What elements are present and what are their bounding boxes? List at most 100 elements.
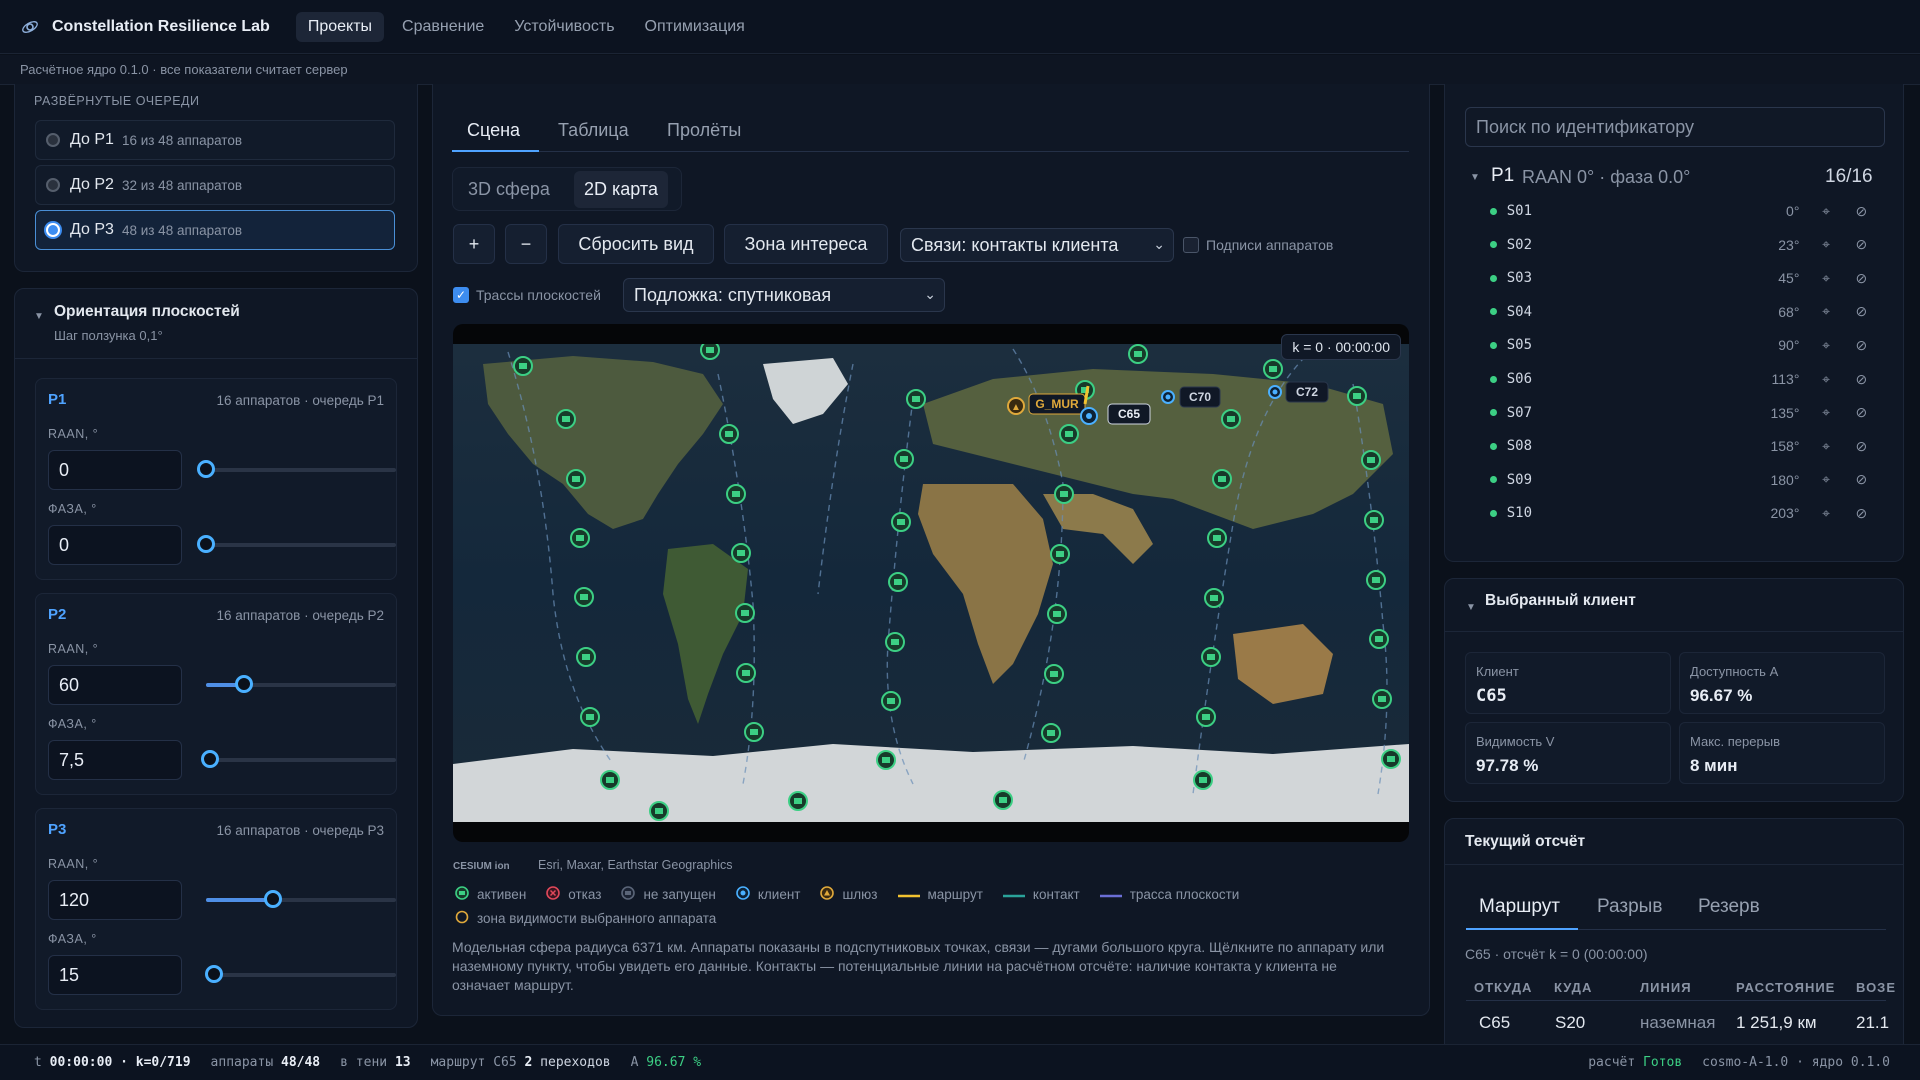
- satellite-active-icon[interactable]: [1054, 484, 1074, 504]
- satellite-active-icon[interactable]: [574, 587, 594, 607]
- collapse-chevron-icon[interactable]: ▼: [1470, 172, 1480, 183]
- disable-satellite-icon[interactable]: ⊘: [1853, 203, 1870, 220]
- satellite-active-icon[interactable]: [888, 572, 908, 592]
- satellite-active-icon[interactable]: [1347, 386, 1367, 406]
- raan-slider-thumb[interactable]: [263, 890, 282, 908]
- tab-passes[interactable]: Пролёты: [667, 120, 741, 141]
- satellite-active-icon[interactable]: [1372, 689, 1392, 709]
- satellite-active-icon[interactable]: [1364, 510, 1384, 530]
- satellite-row[interactable]: S03 45° ⌖ ⊘: [1490, 267, 1870, 289]
- zoom-in-button[interactable]: +: [453, 224, 495, 264]
- satellite-active-icon[interactable]: [1381, 749, 1401, 769]
- satellite-active-icon[interactable]: [1193, 770, 1213, 790]
- satellite-active-icon[interactable]: [1361, 450, 1381, 470]
- satellite-active-icon[interactable]: [894, 449, 914, 469]
- phase-input[interactable]: 0: [48, 525, 182, 565]
- world-map[interactable]: ▲ G_MUR C65 C70 C72: [453, 344, 1409, 822]
- area-of-interest-button[interactable]: Зона интереса: [724, 224, 888, 264]
- locate-icon[interactable]: ⌖: [1817, 236, 1834, 253]
- queue-option-1[interactable]: До P1 16 из 48 аппаратов: [35, 120, 395, 160]
- locate-icon[interactable]: ⌖: [1817, 471, 1834, 488]
- tab-scene[interactable]: Сцена: [467, 120, 520, 141]
- tracks-checkbox[interactable]: ✓: [453, 287, 469, 303]
- raan-input[interactable]: 0: [48, 450, 182, 490]
- disable-satellite-icon[interactable]: ⊘: [1853, 270, 1870, 287]
- raan-slider-thumb[interactable]: [197, 460, 215, 478]
- locate-icon[interactable]: ⌖: [1817, 203, 1834, 220]
- satellite-active-icon[interactable]: [1207, 528, 1227, 548]
- zoom-out-button[interactable]: −: [505, 224, 547, 264]
- satellite-active-icon[interactable]: [1041, 723, 1061, 743]
- satellite-active-icon[interactable]: [1059, 424, 1079, 444]
- disable-satellite-icon[interactable]: ⊘: [1853, 337, 1870, 354]
- links-select[interactable]: Связи: контакты клиента ⌄: [900, 228, 1174, 262]
- satellite-active-icon[interactable]: [726, 484, 746, 504]
- locate-icon[interactable]: ⌖: [1817, 438, 1834, 455]
- satellite-row[interactable]: S01 0° ⌖ ⊘: [1490, 200, 1870, 222]
- disable-satellite-icon[interactable]: ⊘: [1853, 404, 1870, 421]
- view-2d-map[interactable]: 2D карта: [574, 171, 668, 208]
- raan-slider[interactable]: [206, 890, 396, 908]
- nav-tab-optimization[interactable]: Оптимизация: [633, 12, 757, 42]
- locate-icon[interactable]: ⌖: [1817, 404, 1834, 421]
- satellite-row[interactable]: S09 180° ⌖ ⊘: [1490, 469, 1870, 491]
- satellite-active-icon[interactable]: [1047, 604, 1067, 624]
- satellite-active-icon[interactable]: [885, 632, 905, 652]
- locate-icon[interactable]: ⌖: [1817, 337, 1834, 354]
- satellite-active-icon[interactable]: [556, 409, 576, 429]
- search-input[interactable]: Поиск по идентификатору: [1465, 107, 1885, 147]
- view-3d-sphere[interactable]: 3D сфера: [468, 179, 550, 200]
- tab-route[interactable]: Маршрут: [1479, 896, 1560, 918]
- raan-slider[interactable]: [197, 460, 396, 478]
- labels-checkbox[interactable]: [1183, 237, 1199, 253]
- locate-icon[interactable]: ⌖: [1817, 505, 1834, 522]
- raan-slider[interactable]: [206, 675, 396, 693]
- satellite-active-icon[interactable]: [1050, 544, 1070, 564]
- phase-slider[interactable]: [197, 535, 396, 553]
- satellite-active-icon[interactable]: [788, 791, 808, 811]
- phase-slider-thumb[interactable]: [204, 965, 223, 983]
- satellite-row[interactable]: S07 135° ⌖ ⊘: [1490, 402, 1870, 424]
- satellite-active-icon[interactable]: [1044, 664, 1064, 684]
- satellite-active-icon[interactable]: [700, 344, 720, 360]
- satellite-active-icon[interactable]: [891, 512, 911, 532]
- satellite-active-icon[interactable]: [566, 469, 586, 489]
- satellite-active-icon[interactable]: [993, 790, 1013, 810]
- satellite-active-icon[interactable]: [570, 528, 590, 548]
- satellite-row[interactable]: S06 113° ⌖ ⊘: [1490, 368, 1870, 390]
- disable-satellite-icon[interactable]: ⊘: [1853, 371, 1870, 388]
- tab-gap[interactable]: Разрыв: [1597, 896, 1662, 918]
- disable-satellite-icon[interactable]: ⊘: [1853, 505, 1870, 522]
- basemap-select[interactable]: Подложка: спутниковая ⌄: [623, 278, 945, 312]
- satellite-active-icon[interactable]: [1221, 409, 1241, 429]
- raan-input[interactable]: 120: [48, 880, 182, 920]
- tab-reserve[interactable]: Резерв: [1698, 896, 1760, 918]
- nav-tab-projects[interactable]: Проекты: [295, 11, 385, 42]
- collapse-chevron-icon[interactable]: ▼: [1466, 602, 1476, 613]
- locate-icon[interactable]: ⌖: [1817, 270, 1834, 287]
- phase-slider[interactable]: [200, 750, 396, 768]
- satellite-active-icon[interactable]: [719, 424, 739, 444]
- satellite-active-icon[interactable]: [600, 770, 620, 790]
- nav-tab-comparison[interactable]: Сравнение: [390, 12, 496, 42]
- phase-slider-thumb[interactable]: [200, 750, 219, 768]
- satellite-active-icon[interactable]: [731, 543, 751, 563]
- satellite-row[interactable]: S08 158° ⌖ ⊘: [1490, 435, 1870, 457]
- satellite-row[interactable]: S02 23° ⌖ ⊘: [1490, 234, 1870, 256]
- phase-input[interactable]: 15: [48, 955, 182, 995]
- satellite-active-icon[interactable]: [580, 707, 600, 727]
- satellite-active-icon[interactable]: [876, 750, 896, 770]
- phase-slider-thumb[interactable]: [197, 535, 215, 553]
- queue-option-2[interactable]: До P2 32 из 48 аппаратов: [35, 165, 395, 205]
- satellite-active-icon[interactable]: [1212, 469, 1232, 489]
- satellite-active-icon[interactable]: [1263, 359, 1283, 379]
- disable-satellite-icon[interactable]: ⊘: [1853, 438, 1870, 455]
- satellite-active-icon[interactable]: [1369, 629, 1389, 649]
- satellite-active-icon[interactable]: [735, 603, 755, 623]
- raan-slider-thumb[interactable]: [235, 675, 253, 693]
- phase-input[interactable]: 7,5: [48, 740, 182, 780]
- tab-table[interactable]: Таблица: [558, 120, 629, 141]
- satellite-active-icon[interactable]: [1366, 570, 1386, 590]
- satellite-active-icon[interactable]: [1201, 647, 1221, 667]
- satellite-active-icon[interactable]: [744, 722, 764, 742]
